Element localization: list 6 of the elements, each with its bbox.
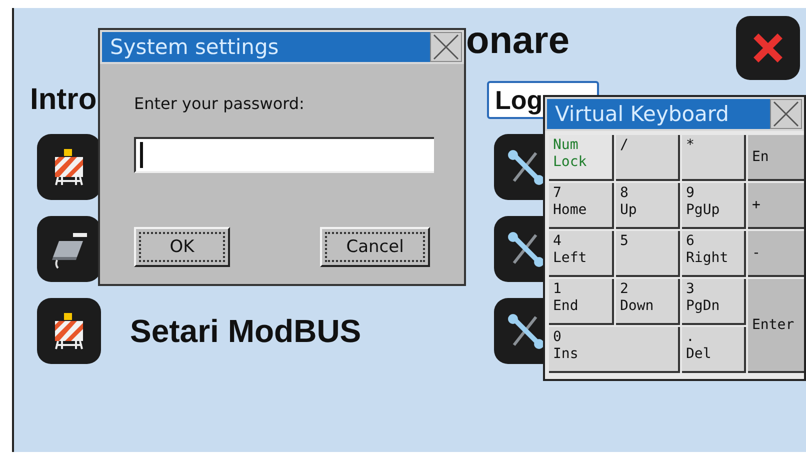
dialog-title: System settings bbox=[102, 32, 430, 62]
password-prompt: Enter your password: bbox=[134, 94, 306, 113]
section-heading: Intro bbox=[30, 83, 97, 117]
keyboard-title: Virtual Keyboard bbox=[547, 99, 770, 129]
screen-title: onare bbox=[466, 20, 570, 63]
item-label: Setari ModBUS bbox=[130, 312, 362, 350]
